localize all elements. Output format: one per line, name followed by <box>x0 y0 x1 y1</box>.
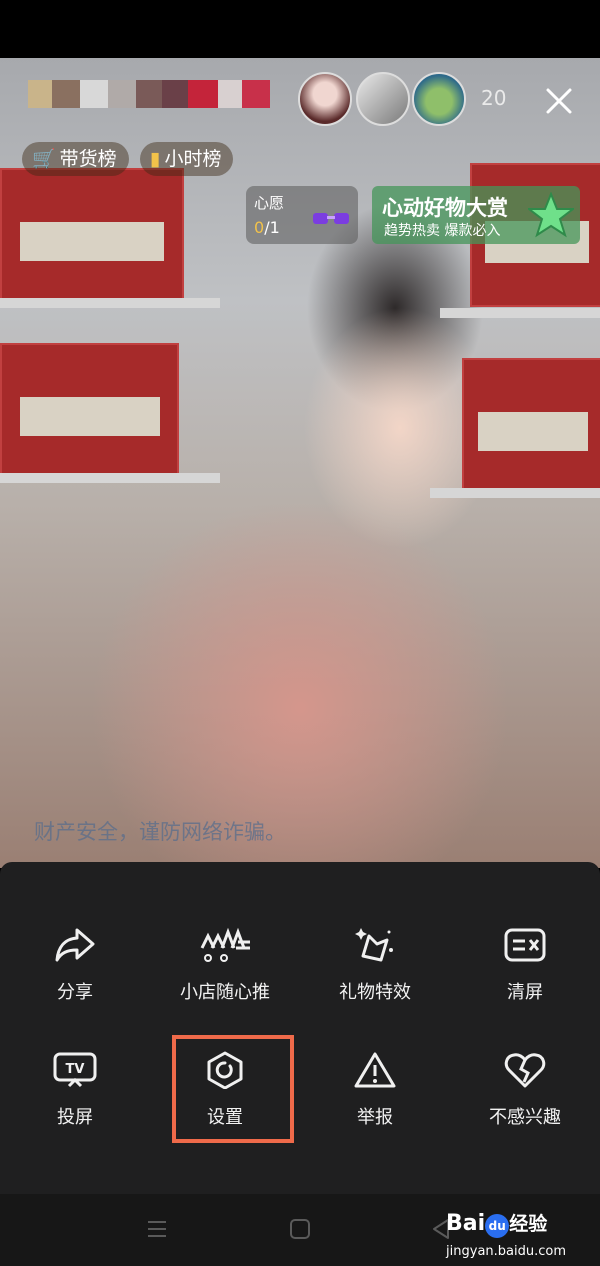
banner-subtitle: 趋势热卖 爆款必入 <box>384 223 501 239</box>
menu-item-gift-effect[interactable]: 礼物特效 <box>300 926 450 1004</box>
menu-item-report[interactable]: 举报 <box>300 1051 450 1129</box>
watermark-paw: du <box>485 1214 510 1238</box>
wish-title: 心愿 <box>254 194 285 212</box>
menu-item-label: 小店随心推 <box>180 982 270 1003</box>
clear-screen-icon <box>504 928 546 962</box>
share-icon <box>55 928 95 962</box>
wish-count-total: /1 <box>264 218 280 237</box>
svg-text:TV: TV <box>66 1062 85 1077</box>
shop-promote-icon <box>200 927 250 962</box>
menu-item-label: 清屏 <box>507 982 543 1003</box>
more-actions-sheet <box>0 862 600 1194</box>
gift-glasses-icon <box>313 213 349 224</box>
menu-item-label: 礼物特效 <box>339 982 411 1003</box>
product-box <box>0 343 179 477</box>
menu-item-clear-screen[interactable]: 清屏 <box>450 926 600 1004</box>
home-icon[interactable] <box>289 1218 311 1240</box>
watermark-brand: Bai <box>446 1211 486 1236</box>
menu-item-label: 投屏 <box>57 1107 93 1128</box>
menu-item-label: 不感兴趣 <box>489 1107 561 1128</box>
settings-highlight-box <box>172 1035 294 1143</box>
status-bar <box>0 0 600 58</box>
watermark-url: jingyan.baidu.com <box>446 1244 566 1259</box>
viewer-count[interactable]: 20 <box>481 86 506 110</box>
report-icon <box>354 1052 396 1088</box>
menu-item-label: 举报 <box>357 1107 393 1128</box>
not-interested-icon <box>504 1053 546 1088</box>
promo-banner[interactable]: 心动好物大赏 趋势热卖 爆款必入 <box>372 186 580 244</box>
baidu-jingyan-watermark: Bai du 经验 jingyan.baidu.com <box>446 1211 566 1260</box>
watermark-suffix: 经验 <box>509 1213 548 1235</box>
star-icon <box>528 192 574 238</box>
banner-title: 心动好物大赏 <box>382 196 508 220</box>
menu-icon[interactable] <box>146 1218 168 1240</box>
viewer-avatar[interactable] <box>356 72 410 126</box>
cast-screen-icon: TV <box>53 1052 97 1088</box>
product-box <box>462 358 600 492</box>
viewer-avatar[interactable] <box>412 72 466 126</box>
rank-pill-goods[interactable]: 🛒 带货榜 <box>22 142 129 176</box>
wish-widget[interactable]: 心愿 0/1 <box>246 186 358 244</box>
menu-item-not-interested[interactable]: 不感兴趣 <box>450 1051 600 1129</box>
product-box <box>0 168 184 302</box>
close-icon[interactable] <box>545 87 573 115</box>
gift-effect-icon <box>355 928 393 962</box>
live-video[interactable] <box>0 58 600 868</box>
menu-item-share[interactable]: 分享 <box>0 926 150 1004</box>
rank-pill-hourly[interactable]: ▮ 小时榜 <box>140 142 234 176</box>
menu-item-shop-promote[interactable]: 小店随心推 <box>150 926 300 1004</box>
cart-icon: 🛒 <box>32 148 56 170</box>
menu-item-cast-screen[interactable]: TV 投屏 <box>0 1051 150 1129</box>
bar-chart-icon: ▮ <box>150 148 161 170</box>
wish-count-current: 0 <box>254 218 265 237</box>
fraud-warning-text: 财产安全，谨防网络诈骗。 <box>34 820 286 844</box>
menu-item-label: 分享 <box>57 982 93 1003</box>
viewer-avatar[interactable] <box>298 72 352 126</box>
